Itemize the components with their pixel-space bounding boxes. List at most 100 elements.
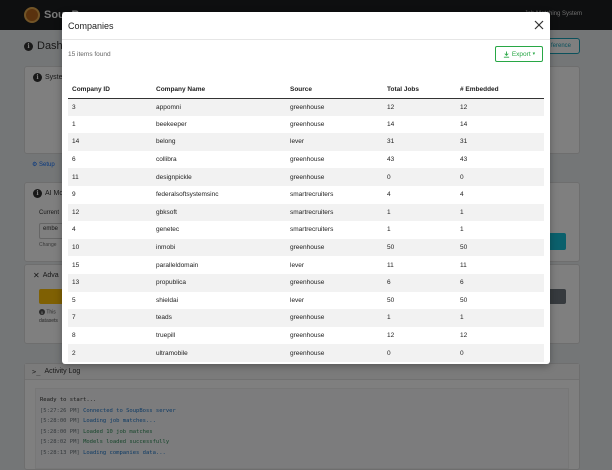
total-jobs-cell: 50 — [383, 238, 456, 257]
source-cell: greenhouse — [286, 273, 383, 292]
table-row[interactable]: 11 designpickle greenhouse 0 0 — [68, 168, 544, 186]
table-row[interactable]: 4 genetec smartrecruiters 1 1 — [68, 221, 544, 239]
source-cell: smartrecruiters — [290, 191, 334, 199]
table-row[interactable]: 3 appomni greenhouse 12 12 — [68, 98, 544, 116]
table-row[interactable]: 1 beekeeper greenhouse 14 14 — [68, 116, 544, 134]
embedded-count-cell: 50 — [460, 296, 468, 304]
company-id-cell: 6 — [72, 156, 76, 164]
total-jobs-cell: 1 — [383, 203, 456, 222]
company-id-cell: 14 — [68, 133, 152, 151]
company-id-cell: 7 — [68, 309, 152, 327]
company-id-cell: 12 — [68, 203, 152, 222]
embedded-count-cell: 1 — [460, 226, 464, 234]
modal-header: Companies — [62, 12, 550, 40]
total-jobs-cell: 12 — [383, 98, 456, 116]
company-id-cell: 1 — [72, 120, 76, 128]
embedded-count-cell: 6 — [456, 273, 544, 292]
embedded-count-cell: 0 — [456, 344, 544, 362]
source-cell: greenhouse — [290, 120, 325, 128]
column-header-total-jobs[interactable]: Total Jobs — [383, 82, 456, 99]
column-header-source[interactable]: Source — [286, 82, 383, 99]
source-cell: smartrecruiters — [290, 226, 334, 234]
companies-table: Company ID Company Name Source Total Job… — [68, 82, 544, 362]
embedded-count-cell: 1 — [456, 203, 544, 222]
total-jobs-cell: 0 — [383, 344, 456, 362]
table-row[interactable]: 12 gbksoft smartrecruiters 1 1 — [68, 203, 544, 222]
company-id-cell: 5 — [72, 296, 76, 304]
column-header-embedded[interactable]: # Embedded — [456, 82, 544, 99]
embedded-count-cell: 14 — [460, 120, 468, 128]
column-header-company-id[interactable]: Company ID — [68, 82, 152, 99]
company-name-cell: belong — [152, 133, 286, 151]
total-jobs-cell: 11 — [387, 261, 394, 269]
source-cell: greenhouse — [286, 344, 383, 362]
company-name-cell: gbksoft — [152, 203, 286, 222]
source-cell: lever — [290, 261, 305, 269]
table-row[interactable]: 5 shieldai lever 50 50 — [68, 292, 544, 310]
table-body: 3 appomni greenhouse 12 12 1 beekeeper greenhou… — [68, 98, 544, 362]
embedded-count-cell: 50 — [456, 238, 544, 257]
table-row[interactable]: 2 ultramobile greenhouse 0 0 — [68, 344, 544, 362]
total-jobs-cell: 0 — [383, 168, 456, 186]
company-name-cell: paralleldomain — [156, 261, 199, 269]
embedded-count-cell: 43 — [460, 156, 468, 164]
company-id-cell: 10 — [68, 238, 152, 257]
company-name-cell: federalsoftsystemsinc — [156, 191, 219, 199]
company-id-cell: 15 — [72, 261, 80, 269]
company-name-cell: propublica — [152, 273, 286, 292]
company-name-cell: appomni — [152, 98, 286, 116]
companies-modal: Companies 15 items found Export ▾ Compan… — [62, 12, 550, 364]
total-jobs-cell: 6 — [383, 273, 456, 292]
company-name-cell: inmobi — [152, 238, 286, 257]
total-jobs-cell: 43 — [387, 156, 395, 164]
source-cell: smartrecruiters — [286, 203, 383, 222]
table-row[interactable]: 8 truepill greenhouse 12 12 — [68, 327, 544, 345]
modal-title: Companies — [68, 21, 114, 31]
table-row[interactable]: 10 inmobi greenhouse 50 50 — [68, 238, 544, 257]
table-row[interactable]: 7 teads greenhouse 1 1 — [68, 309, 544, 327]
total-jobs-cell: 1 — [383, 309, 456, 327]
total-jobs-cell: 31 — [383, 133, 456, 151]
download-icon — [503, 50, 509, 58]
column-header-company-name[interactable]: Company Name — [152, 82, 286, 99]
table-row[interactable]: 6 collibra greenhouse 43 43 — [68, 151, 544, 169]
table-row[interactable]: 13 propublica greenhouse 6 6 — [68, 273, 544, 292]
source-cell: greenhouse — [286, 168, 383, 186]
source-cell: greenhouse — [286, 309, 383, 327]
company-id-cell: 13 — [68, 273, 152, 292]
total-jobs-cell: 50 — [387, 296, 395, 304]
close-icon[interactable] — [533, 19, 545, 31]
chevron-down-icon: ▾ — [532, 51, 536, 57]
total-jobs-cell: 12 — [387, 332, 395, 340]
embedded-count-cell: 4 — [460, 191, 464, 199]
total-jobs-cell: 14 — [387, 120, 395, 128]
table-row[interactable]: 15 paralleldomain lever 11 11 — [68, 256, 544, 274]
company-id-cell: 8 — [72, 332, 76, 340]
embedded-count-cell: 11 — [460, 261, 467, 269]
company-id-cell: 4 — [72, 226, 76, 234]
table-row[interactable]: 9 federalsoftsystemsinc smartrecruiters 4 4 — [68, 186, 544, 204]
company-name-cell: collibra — [156, 156, 177, 164]
source-cell: greenhouse — [290, 332, 325, 340]
source-cell: lever — [286, 133, 383, 151]
embedded-count-cell: 31 — [456, 133, 544, 151]
items-found-count: 15 items found — [68, 51, 111, 58]
company-id-cell: 9 — [72, 191, 76, 199]
company-name-cell: ultramobile — [152, 344, 286, 362]
company-name-cell: designpickle — [152, 168, 286, 186]
export-label: Export — [511, 50, 531, 58]
embedded-count-cell: 12 — [460, 332, 468, 340]
table-row[interactable]: 14 belong lever 31 31 — [68, 133, 544, 151]
company-name-cell: genetec — [156, 226, 180, 234]
company-id-cell: 3 — [68, 98, 152, 116]
export-button[interactable]: Export ▾ — [495, 46, 543, 62]
company-name-cell: truepill — [156, 332, 176, 340]
company-name-cell: shieldai — [156, 296, 179, 304]
table-header-row: Company ID Company Name Source Total Job… — [68, 82, 544, 99]
embedded-count-cell: 0 — [456, 168, 544, 186]
total-jobs-cell: 1 — [387, 226, 391, 234]
source-cell: greenhouse — [290, 156, 325, 164]
total-jobs-cell: 4 — [387, 191, 391, 199]
source-cell: greenhouse — [286, 98, 383, 116]
company-id-cell: 11 — [68, 168, 152, 186]
